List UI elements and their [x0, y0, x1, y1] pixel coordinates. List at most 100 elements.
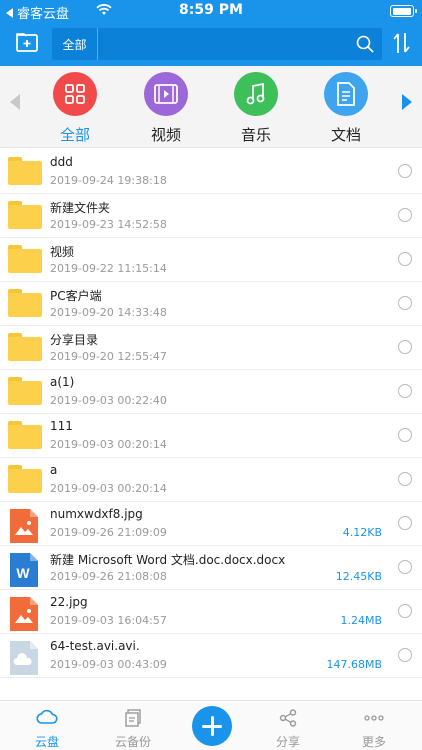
file-name: a [50, 463, 58, 477]
clock: 8:59 PM [179, 2, 243, 18]
new-folder-icon[interactable] [16, 32, 38, 52]
more-icon [364, 715, 384, 721]
cloud-icon [36, 709, 58, 724]
select-radio[interactable] [398, 208, 412, 222]
file-name: ddd [50, 155, 73, 169]
category-label: 视频 [150, 126, 181, 144]
scroll-right-icon[interactable] [402, 94, 412, 110]
file-row[interactable]: W 新建 Microsoft Word 文档.doc.docx.docx 2019-… [0, 546, 422, 590]
tab-label: 更多 [361, 735, 386, 749]
select-radio[interactable] [398, 164, 412, 178]
select-radio[interactable] [398, 384, 412, 398]
category-label: 全部 [59, 126, 90, 144]
file-row[interactable]: a(1) 2019-09-03 00:22:40 [0, 370, 422, 414]
file-row[interactable]: 视频 2019-09-22 11:15:14 [0, 238, 422, 282]
file-row[interactable]: ddd 2019-09-24 19:38:18 [0, 150, 422, 194]
word-file-icon: W [10, 553, 38, 587]
tab-backup[interactable]: 云备份 [98, 709, 168, 750]
file-date: 2019-09-03 00:20:14 [50, 438, 167, 451]
battery-icon [390, 5, 417, 17]
tab-cloud[interactable]: 云盘 [12, 709, 82, 750]
document-icon [324, 72, 368, 116]
select-radio[interactable] [398, 472, 412, 486]
file-date: 2019-09-24 19:38:18 [50, 174, 167, 187]
file-date: 2019-09-26 21:08:08 [50, 570, 167, 583]
file-row[interactable]: numxwdxf8.jpg 2019-09-26 21:09:09 4.12KB [0, 502, 422, 546]
folder-icon [8, 377, 42, 405]
select-radio[interactable] [398, 428, 412, 442]
search-icon[interactable] [356, 35, 374, 53]
tab-label: 云备份 [114, 735, 151, 749]
select-radio[interactable] [398, 340, 412, 354]
file-size: 1.24MB [340, 614, 382, 627]
file-name: 新建文件夹 [50, 201, 111, 215]
search-scope[interactable]: 全部 [52, 28, 98, 60]
music-icon [234, 72, 278, 116]
file-name: 新建 Microsoft Word 文档.doc.docx.docx [50, 553, 286, 567]
file-date: 2019-09-26 21:09:09 [50, 526, 167, 539]
folder-icon [8, 465, 42, 493]
select-radio[interactable] [398, 296, 412, 310]
file-row[interactable]: 111 2019-09-03 00:20:14 [0, 414, 422, 458]
folder-icon [8, 245, 42, 273]
file-date: 2019-09-03 00:22:40 [50, 394, 167, 407]
file-date: 2019-09-03 00:43:09 [50, 658, 167, 671]
category-video[interactable]: 视频 [131, 72, 201, 145]
file-size: 12.45KB [335, 570, 382, 583]
file-row[interactable]: a 2019-09-03 00:20:14 [0, 458, 422, 502]
folder-icon [8, 201, 42, 229]
category-music[interactable]: 音乐 [221, 72, 291, 145]
scroll-left-icon[interactable] [10, 94, 20, 110]
file-name: 视频 [50, 245, 75, 259]
file-date: 2019-09-03 00:20:14 [50, 482, 167, 495]
file-row[interactable]: 64-test.avi.avi. 2019-09-03 00:43:09 147.6… [0, 634, 422, 678]
backup-icon [125, 709, 141, 727]
tab-label: 分享 [275, 735, 300, 749]
select-radio[interactable] [398, 560, 412, 574]
file-name: 111 [50, 419, 73, 433]
folder-icon [8, 333, 42, 361]
file-name: 64-test.avi.avi. [50, 639, 140, 653]
file-name: 分享目录 [50, 333, 99, 347]
folder-icon [8, 421, 42, 449]
image-file-icon [10, 597, 38, 631]
file-name: PC客户端 [50, 289, 102, 303]
grid-icon [53, 72, 97, 116]
file-date: 2019-09-20 14:33:48 [50, 306, 167, 319]
file-name: numxwdxf8.jpg [50, 507, 143, 521]
tab-more[interactable]: 更多 [339, 709, 409, 750]
file-row[interactable]: PC客户端 2019-09-20 14:33:48 [0, 282, 422, 326]
search-bar[interactable]: 全部 [52, 28, 382, 60]
image-file-icon [10, 509, 38, 543]
share-icon [279, 709, 297, 727]
category-label: 音乐 [240, 126, 271, 144]
file-list: ddd 2019-09-24 19:38:18 新建文件夹 2019-09-23 14… [0, 150, 422, 678]
file-row[interactable]: 22.jpg 2019-09-03 16:04:57 1.24MB [0, 590, 422, 634]
cloud-file-icon [10, 641, 38, 675]
file-row[interactable]: 分享目录 2019-09-20 12:55:47 [0, 326, 422, 370]
file-date: 2019-09-03 16:04:57 [50, 614, 167, 627]
file-date: 2019-09-22 11:15:14 [50, 262, 167, 275]
select-radio[interactable] [398, 516, 412, 530]
file-size: 147.68MB [326, 658, 382, 671]
video-icon [144, 72, 188, 116]
sort-icon[interactable] [392, 32, 412, 54]
tab-share[interactable]: 分享 [253, 709, 323, 750]
add-button[interactable] [192, 706, 232, 746]
status-bar: 睿客云盘 8:59 PM [0, 0, 422, 22]
file-date: 2019-09-23 14:52:58 [50, 218, 167, 231]
toolbar: 全部 [0, 26, 422, 62]
category-document[interactable]: 文档 [311, 72, 381, 145]
file-name: a(1) [50, 375, 75, 389]
file-row[interactable]: 新建文件夹 2019-09-23 14:52:58 [0, 194, 422, 238]
select-radio[interactable] [398, 648, 412, 662]
file-size: 4.12KB [342, 526, 382, 539]
file-date: 2019-09-20 12:55:47 [50, 350, 167, 363]
select-radio[interactable] [398, 604, 412, 618]
select-radio[interactable] [398, 252, 412, 266]
file-name: 22.jpg [50, 595, 88, 609]
category-all[interactable]: 全部 [40, 72, 110, 145]
svg-text:W: W [16, 565, 30, 581]
header: 睿客云盘 8:59 PM 全部 [0, 0, 422, 66]
category-bar: 全部 视频 音乐 文档 [0, 66, 422, 148]
